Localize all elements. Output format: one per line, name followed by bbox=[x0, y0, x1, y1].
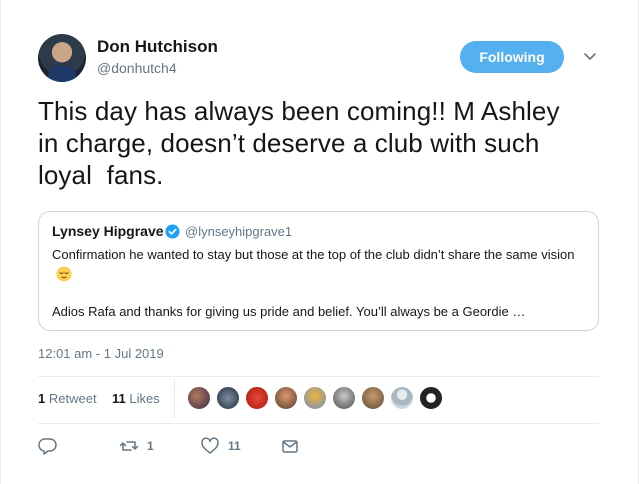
verified-badge-icon bbox=[165, 224, 180, 239]
liker-avatar-3[interactable] bbox=[245, 386, 269, 410]
reply-icon bbox=[38, 438, 57, 455]
liker-avatar-2[interactable] bbox=[216, 386, 240, 410]
divider-bottom bbox=[38, 423, 599, 424]
envelope-icon bbox=[282, 440, 298, 453]
chevron-down-icon[interactable] bbox=[582, 48, 598, 64]
likes-stat[interactable]: 11 Likes bbox=[112, 391, 160, 406]
liker-avatar-4[interactable] bbox=[274, 386, 298, 410]
direct-message-action[interactable] bbox=[280, 436, 300, 456]
retweets-stat[interactable]: 1 Retweet bbox=[38, 391, 97, 406]
author-handle[interactable]: @donhutch4 bbox=[97, 60, 177, 76]
like-count: 11 bbox=[228, 439, 241, 453]
retweets-count: 1 bbox=[38, 391, 46, 406]
liker-avatar-6[interactable] bbox=[332, 386, 356, 410]
retweets-label: Retweet bbox=[48, 391, 97, 406]
divider-top bbox=[38, 376, 599, 377]
relieved-face-icon bbox=[56, 266, 72, 282]
retweet-action[interactable]: 1 bbox=[119, 436, 154, 456]
liker-avatar-1[interactable] bbox=[187, 386, 211, 410]
liker-avatar-7[interactable] bbox=[361, 386, 385, 410]
likes-label: Likes bbox=[129, 391, 160, 406]
heart-icon bbox=[201, 437, 219, 454]
liker-avatar-9[interactable] bbox=[419, 386, 443, 410]
tweet-timestamp[interactable]: 12:01 am - 1 Jul 2019 bbox=[38, 346, 164, 361]
tweet-card: Don Hutchison @donhutch4 Following This … bbox=[0, 0, 639, 484]
retweet-icon bbox=[119, 441, 139, 451]
likes-count: 11 bbox=[112, 391, 126, 406]
quoted-author-name: Lynsey Hipgrave bbox=[52, 223, 164, 239]
quoted-author-handle: @lynseyhipgrave1 bbox=[185, 224, 293, 239]
reply-action[interactable] bbox=[38, 436, 66, 456]
like-action[interactable]: 11 bbox=[200, 436, 241, 456]
retweet-count: 1 bbox=[147, 439, 154, 453]
quoted-tweet[interactable]: Lynsey Hipgrave @lynseyhipgrave1 Confirm… bbox=[38, 211, 599, 331]
quoted-text-line1: Confirmation he wanted to stay but those… bbox=[52, 247, 575, 262]
tweet-text: This day has always been coming!! M Ashl… bbox=[38, 96, 560, 190]
quoted-tweet-text-1: Confirmation he wanted to stay but those… bbox=[52, 245, 592, 285]
liker-avatar-5[interactable] bbox=[303, 386, 327, 410]
quoted-tweet-text-2: Adios Rafa and thanks for giving us prid… bbox=[52, 304, 526, 319]
stats-separator bbox=[174, 378, 175, 418]
following-button[interactable]: Following bbox=[460, 41, 564, 73]
liker-avatar-default[interactable] bbox=[390, 386, 414, 410]
author-display-name[interactable]: Don Hutchison bbox=[97, 37, 218, 57]
author-avatar[interactable] bbox=[38, 34, 86, 82]
